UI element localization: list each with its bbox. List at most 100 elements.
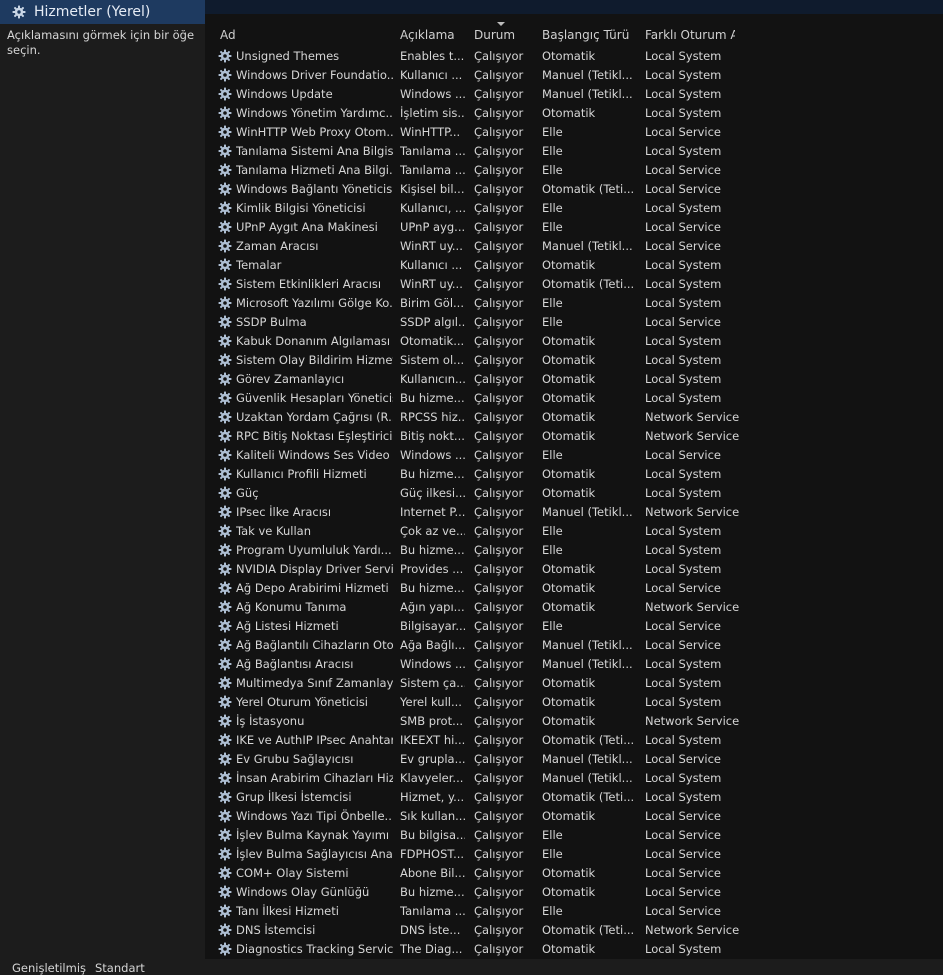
service-row[interactable]: Windows Olay Günlüğü Bu hizme... Çalışıyor… xyxy=(205,883,943,902)
service-gear-icon xyxy=(218,372,232,386)
service-row[interactable]: COM+ Olay Sistemi Abone Bil... Çalışıyor Ot… xyxy=(205,864,943,883)
service-row[interactable]: Multimedya Sınıf Zamanlay... Sistem ça...… xyxy=(205,674,943,693)
service-description: DNS İste... xyxy=(400,923,461,937)
service-status: Çalışıyor xyxy=(474,486,524,500)
service-gear-icon xyxy=(218,410,232,424)
service-row[interactable]: Sistem Etkinlikleri Aracısı WinRT uy... Ça… xyxy=(205,275,943,294)
service-log-on-as: Local Service xyxy=(645,828,721,842)
service-startup-type: Elle xyxy=(542,847,563,861)
service-row[interactable]: IKE ve AuthIP IPsec Anahtar... IKEEXT hi.… xyxy=(205,731,943,750)
service-row[interactable]: Uzaktan Yordam Çağrısı (R... RPCSS hiz...… xyxy=(205,408,943,427)
service-name: Sistem Etkinlikleri Aracısı xyxy=(236,277,382,291)
service-row[interactable]: Kullanıcı Profili Hizmeti Bu hizme... Çalı… xyxy=(205,465,943,484)
service-row[interactable]: UPnP Aygıt Ana Makinesi UPnP ayg... Çalışı… xyxy=(205,218,943,237)
service-row[interactable]: Program Uyumluluk Yardı... Bu hizme... Çal… xyxy=(205,541,943,560)
service-row[interactable]: Windows Yönetim Yardımc... İşletim sis...… xyxy=(205,104,943,123)
service-row[interactable]: Windows Bağlantı Yöneticisi Kişisel bil..… xyxy=(205,180,943,199)
service-log-on-as: Local Service xyxy=(645,638,721,652)
service-row[interactable]: Ağ Listesi Hizmeti Bilgisayar... Çalışıyor… xyxy=(205,617,943,636)
service-status: Çalışıyor xyxy=(474,68,524,82)
service-description: WinRT uy... xyxy=(400,239,463,253)
service-status: Çalışıyor xyxy=(474,163,524,177)
service-row[interactable]: Grup İlkesi İstemcisi Hizmet, y... Çalışıy… xyxy=(205,788,943,807)
service-description: FDPHOST... xyxy=(400,847,465,861)
column-header-startup-type[interactable]: Başlangıç Türü xyxy=(542,28,629,42)
service-row[interactable]: İnsan Arabirim Cihazları Hiz... Klavyeler… xyxy=(205,769,943,788)
service-row[interactable]: Kabuk Donanım Algılaması Otomatik... Çalış… xyxy=(205,332,943,351)
service-row[interactable]: NVIDIA Display Driver Service Provides ..… xyxy=(205,560,943,579)
service-status: Çalışıyor xyxy=(474,733,524,747)
service-row[interactable]: Windows Yazı Tipi Önbelle... Sık kullan..… xyxy=(205,807,943,826)
service-description: Bu hizme... xyxy=(400,467,465,481)
service-row[interactable]: Güç Güç ilkesi... Çalışıyor Otomatik Local S… xyxy=(205,484,943,503)
service-startup-type: Manuel (Tetikl... xyxy=(542,638,633,652)
column-header-description[interactable]: Açıklama xyxy=(400,28,455,42)
service-row[interactable]: Görev Zamanlayıcı Kullanıcın... Çalışıyor O… xyxy=(205,370,943,389)
service-row[interactable]: Temalar Kullanıcı ... Çalışıyor Otomatik Loc… xyxy=(205,256,943,275)
service-status: Çalışıyor xyxy=(474,714,524,728)
service-log-on-as: Local System xyxy=(645,695,722,709)
service-row[interactable]: Tanılama Hizmeti Ana Bilgi... Tanılama ..… xyxy=(205,161,943,180)
services-tab[interactable]: Hizmetler (Yerel) xyxy=(0,0,205,24)
service-row[interactable]: Diagnostics Tracking Service The Diag... Ç… xyxy=(205,940,943,959)
service-status: Çalışıyor xyxy=(474,923,524,937)
service-description: Güç ilkesi... xyxy=(400,486,465,500)
service-startup-type: Otomatik xyxy=(542,391,596,405)
service-status: Çalışıyor xyxy=(474,809,524,823)
service-status: Çalışıyor xyxy=(474,524,524,538)
service-startup-type: Manuel (Tetikl... xyxy=(542,505,633,519)
service-log-on-as: Local System xyxy=(645,144,722,158)
service-name: Windows Olay Günlüğü xyxy=(236,885,370,899)
service-log-on-as: Local System xyxy=(645,296,722,310)
service-log-on-as: Network Service xyxy=(645,410,740,424)
service-row[interactable]: Yerel Oturum Yöneticisi Yerel kull... Çalı… xyxy=(205,693,943,712)
service-status: Çalışıyor xyxy=(474,581,524,595)
column-header-status[interactable]: Durum xyxy=(474,28,515,42)
service-log-on-as: Network Service xyxy=(645,600,740,614)
service-row[interactable]: DNS İstemcisi DNS İste... Çalışıyor Otomati… xyxy=(205,921,943,940)
service-row[interactable]: Windows Driver Foundatio... Kullanıcı ...… xyxy=(205,66,943,85)
service-row[interactable]: RPC Bitiş Noktası Eşleştiricisi Bitiş nok… xyxy=(205,427,943,446)
service-row[interactable]: WinHTTP Web Proxy Otom... WinHTTP... Çalış… xyxy=(205,123,943,142)
service-startup-type: Elle xyxy=(542,828,563,842)
service-row[interactable]: Ağ Depo Arabirimi Hizmeti Bu hizme... Çalı… xyxy=(205,579,943,598)
service-row[interactable]: Kaliteli Windows Ses Video ... Windows ..… xyxy=(205,446,943,465)
service-description: RPCSS hiz... xyxy=(400,410,465,424)
view-tabs: Genişletilmiş Standart xyxy=(0,959,943,975)
service-name: SSDP Bulma xyxy=(236,315,307,329)
column-header-log-on-as[interactable]: Farklı Oturum Aç xyxy=(645,28,735,42)
service-row[interactable]: Güvenlik Hesapları Yöneticisi Bu hizme...… xyxy=(205,389,943,408)
service-name: Uzaktan Yordam Çağrısı (R... xyxy=(236,410,393,424)
service-name: Program Uyumluluk Yardı... xyxy=(236,543,392,557)
service-row[interactable]: Ağ Konumu Tanıma Ağın yapı... Çalışıyor Oto… xyxy=(205,598,943,617)
service-status: Çalışıyor xyxy=(474,885,524,899)
service-gear-icon xyxy=(218,87,232,101)
service-log-on-as: Local Service xyxy=(645,809,721,823)
service-row[interactable]: Tak ve Kullan Çok az ve... Çalışıyor Elle Lo… xyxy=(205,522,943,541)
service-status: Çalışıyor xyxy=(474,106,524,120)
service-name: Kaliteli Windows Ses Video ... xyxy=(236,448,393,462)
service-row[interactable]: Ağ Bağlantılı Cihazların Oto... Ağa Bağlı… xyxy=(205,636,943,655)
service-description: Kullanıcı ... xyxy=(400,258,463,272)
service-startup-type: Otomatik (Teti... xyxy=(542,182,634,196)
service-row[interactable]: Ağ Bağlantısı Aracısı Windows ... Çalışıyo… xyxy=(205,655,943,674)
service-row[interactable]: İşlev Bulma Sağlayıcısı Ana ... FDPHOST..… xyxy=(205,845,943,864)
column-header-name[interactable]: Ad xyxy=(220,28,236,42)
service-gear-icon xyxy=(218,904,232,918)
service-row[interactable]: Sistem Olay Bildirim Hizmeti Sistem ol...… xyxy=(205,351,943,370)
service-row[interactable]: Kimlik Bilgisi Yöneticisi Kullanıcı, ... Ç… xyxy=(205,199,943,218)
service-row[interactable]: Tanılama Sistemi Ana Bilgis... Tanılama .… xyxy=(205,142,943,161)
service-row[interactable]: Zaman Aracısı WinRT uy... Çalışıyor Manuel … xyxy=(205,237,943,256)
service-status: Çalışıyor xyxy=(474,391,524,405)
service-row[interactable]: Tanı İlkesi Hizmeti Tanılama ... Çalışıyor… xyxy=(205,902,943,921)
service-row[interactable]: Microsoft Yazılımı Gölge Ko... Birim Göl.… xyxy=(205,294,943,313)
service-row[interactable]: SSDP Bulma SSDP algıl... Çalışıyor Elle Loca… xyxy=(205,313,943,332)
service-description: Sık kullan... xyxy=(400,809,465,823)
service-log-on-as: Local System xyxy=(645,467,722,481)
service-row[interactable]: Ev Grubu Sağlayıcısı Ev grupla... Çalışıyo… xyxy=(205,750,943,769)
service-row[interactable]: Windows Update Windows ... Çalışıyor Manuel… xyxy=(205,85,943,104)
service-row[interactable]: İşlev Bulma Kaynak Yayımı Bu bilgisa... Ça… xyxy=(205,826,943,845)
service-row[interactable]: Unsigned Themes Enables t... Çalışıyor Otom… xyxy=(205,47,943,66)
service-row[interactable]: IPsec İlke Aracısı Internet P... Çalışıyor… xyxy=(205,503,943,522)
service-row[interactable]: İş İstasyonu SMB prot... Çalışıyor Otomatik… xyxy=(205,712,943,731)
